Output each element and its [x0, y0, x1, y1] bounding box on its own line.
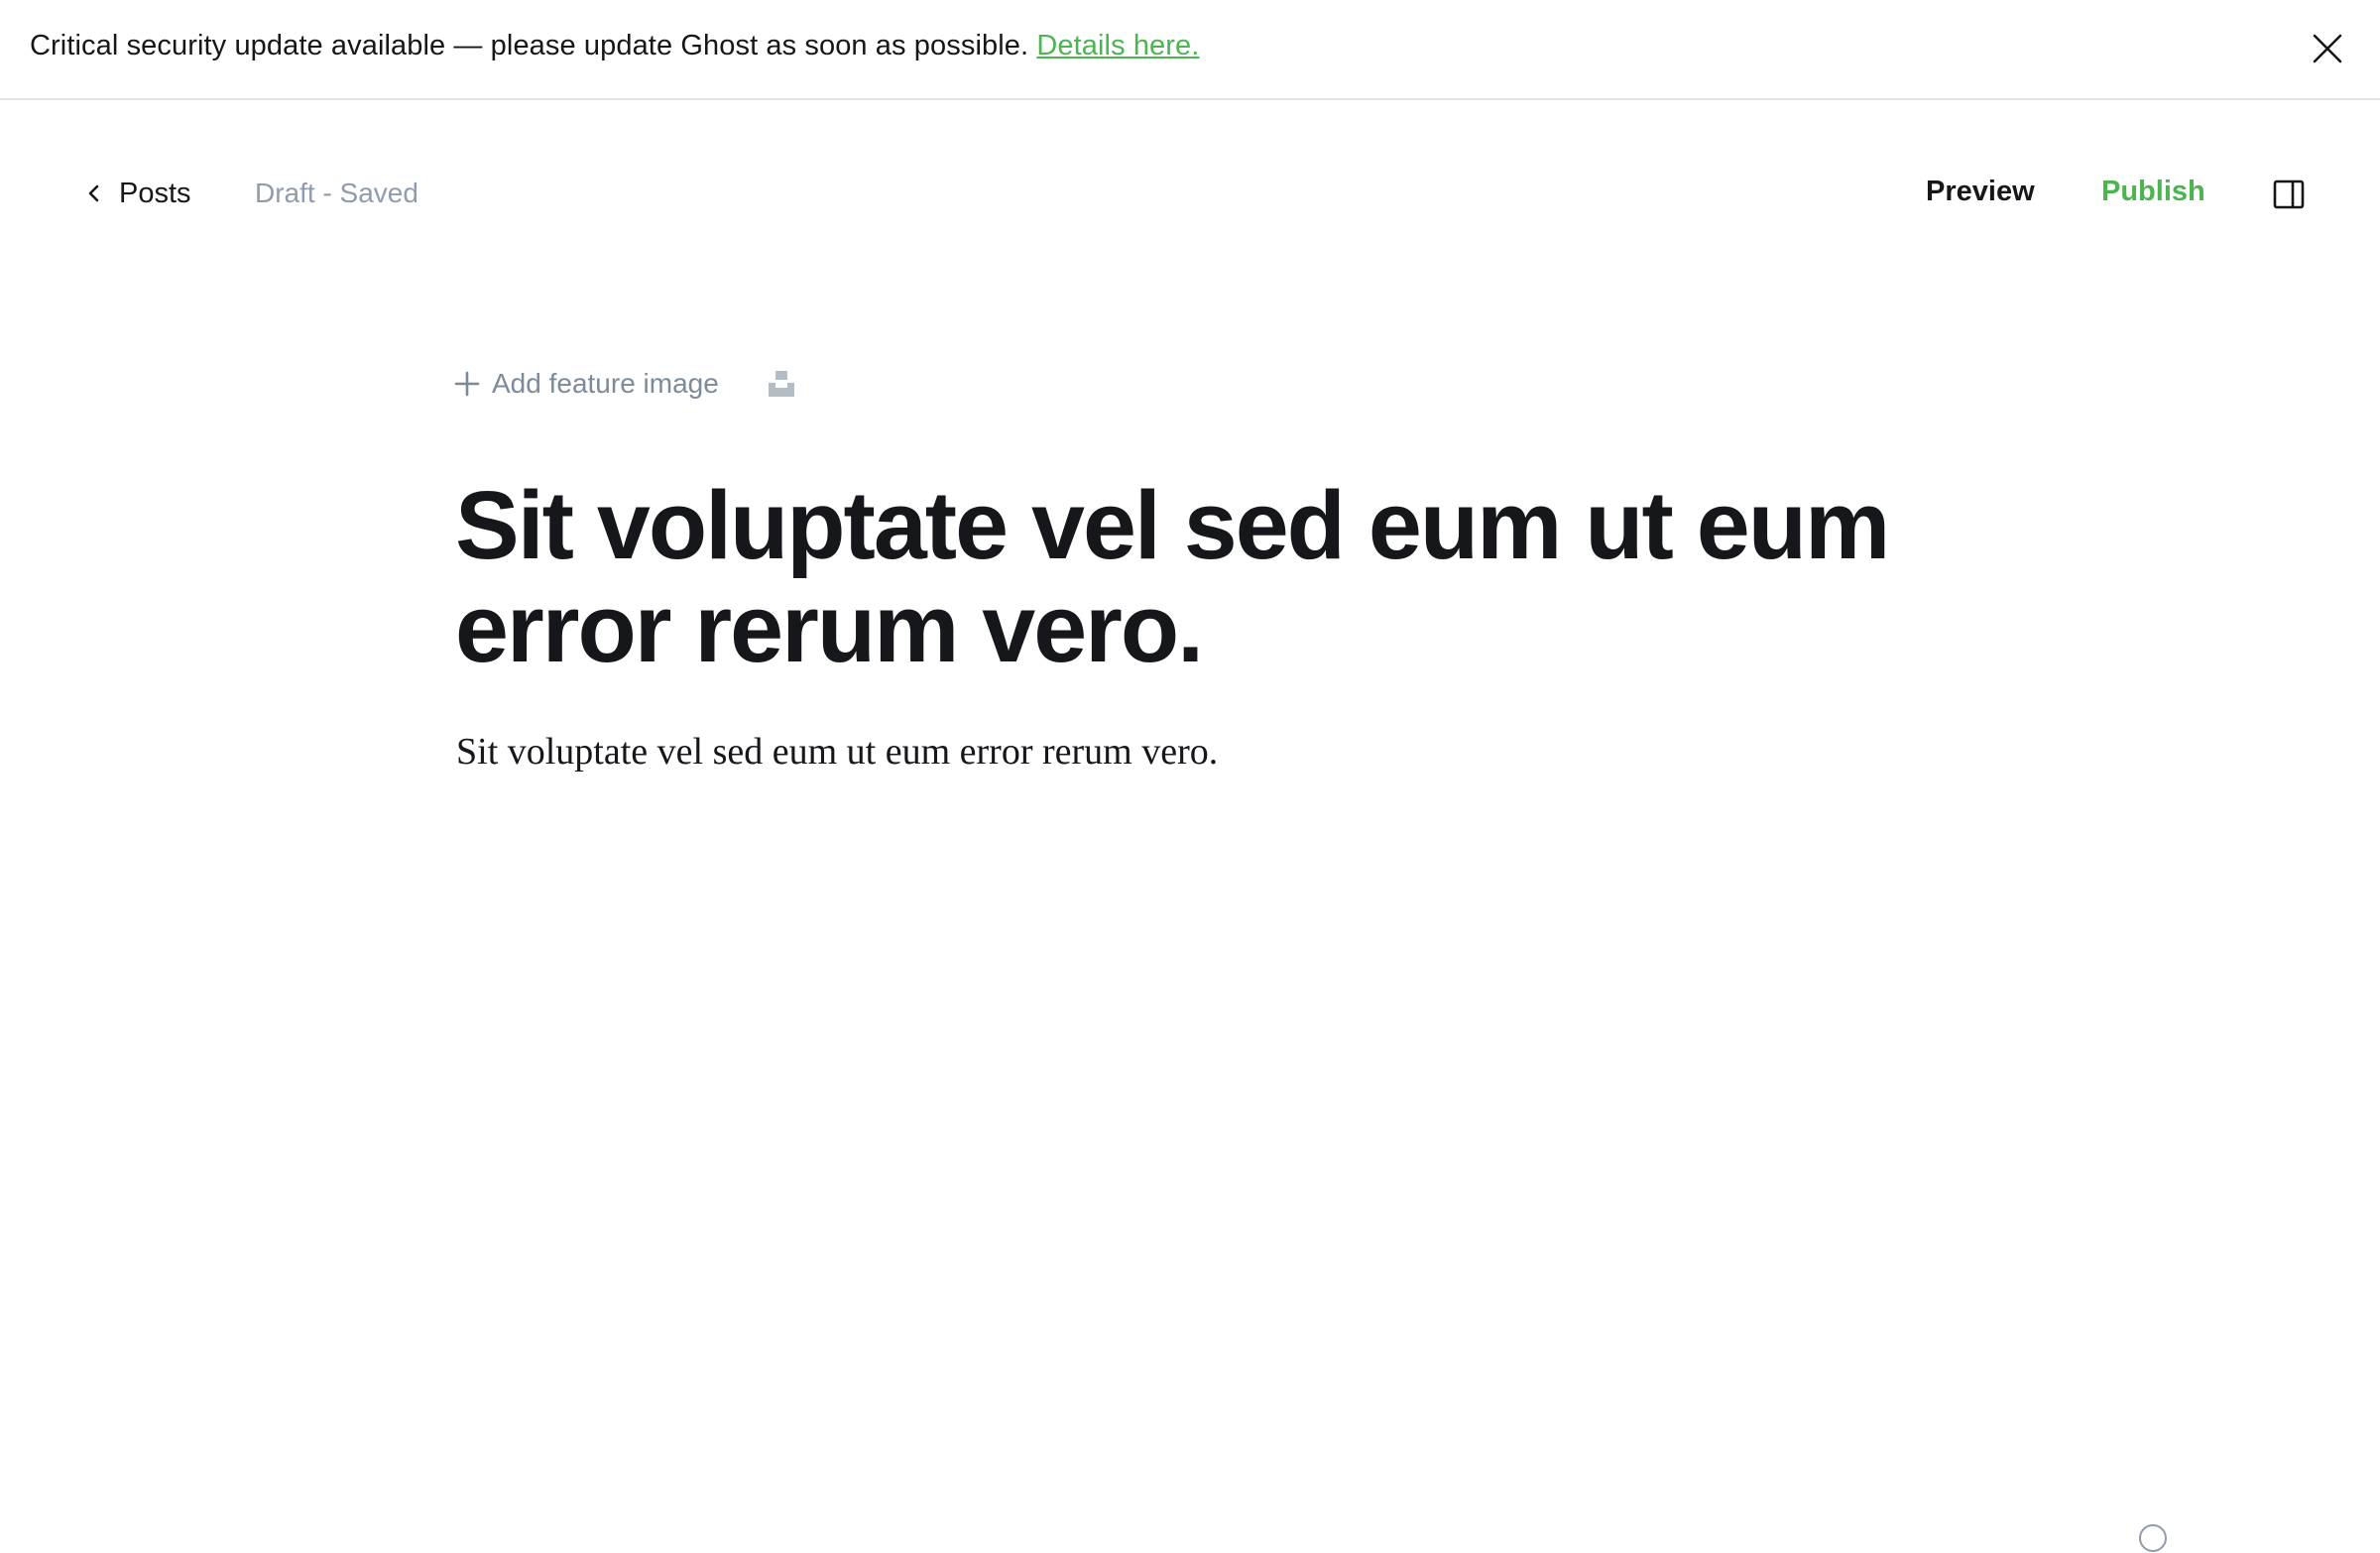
back-to-posts-link[interactable]: Posts	[83, 174, 191, 213]
editor-footer	[2118, 1523, 2168, 1553]
unsplash-icon[interactable]	[767, 369, 796, 399]
sidebar-toggle-icon[interactable]	[2273, 179, 2305, 209]
chevron-left-icon	[88, 184, 99, 202]
add-feature-image-button[interactable]: Add feature image	[454, 368, 719, 400]
add-feature-image-label: Add feature image	[492, 368, 719, 399]
post-title[interactable]: Sit voluptate vel sed eum ut eum error r…	[455, 474, 1963, 680]
preview-button[interactable]: Preview	[1926, 176, 2035, 208]
security-update-banner: Critical security update available — ple…	[0, 0, 2380, 100]
banner-details-link[interactable]: Details here.	[1036, 30, 1199, 61]
plus-icon	[454, 371, 480, 397]
post-status: Draft - Saved	[255, 178, 418, 208]
publish-button[interactable]: Publish	[2101, 176, 2205, 208]
help-icon[interactable]	[2138, 1523, 2168, 1553]
banner-message: Critical security update available — ple…	[30, 30, 1029, 61]
banner-message-row: Critical security update available — ple…	[30, 30, 1199, 62]
close-icon[interactable]	[2311, 32, 2344, 65]
feature-image-row: Add feature image	[454, 362, 796, 406]
editor-header: Posts Draft - Saved Preview Publish	[0, 100, 2380, 285]
post-body[interactable]: Sit voluptate vel sed eum ut eum error r…	[456, 724, 1924, 779]
back-label: Posts	[119, 177, 191, 209]
